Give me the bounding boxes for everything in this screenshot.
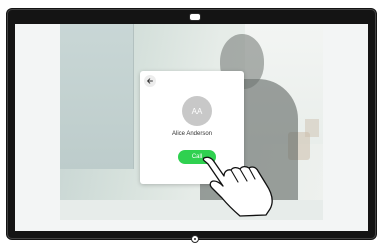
avatar: AA: [182, 96, 212, 126]
back-button[interactable]: [144, 75, 156, 87]
contact-name: Alice Anderson: [171, 131, 213, 137]
back-arrow-icon: [147, 78, 153, 84]
home-button-icon[interactable]: [191, 235, 199, 243]
avatar-initials: AA: [191, 106, 203, 116]
tap-gesture-hand-icon: [202, 156, 273, 217]
camera-icon: [189, 13, 201, 21]
wall-panel: [60, 24, 134, 169]
device-screen: AA Alice Anderson Call: [15, 24, 368, 231]
